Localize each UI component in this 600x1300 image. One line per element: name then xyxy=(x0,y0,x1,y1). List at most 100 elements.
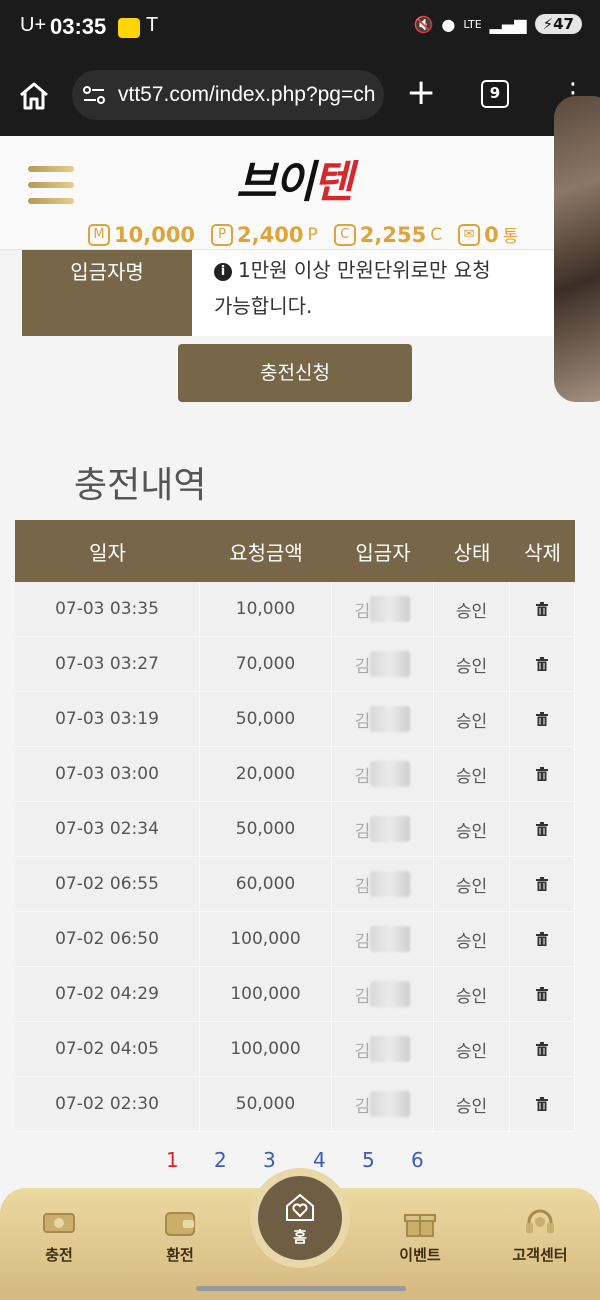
row-status: 승인 xyxy=(434,1077,510,1131)
page-link-1[interactable]: 1 xyxy=(166,1148,179,1172)
row-delete[interactable] xyxy=(510,802,575,856)
masked-blur xyxy=(370,981,411,1007)
row-depositor: 김 xyxy=(332,637,434,691)
nav-exchange[interactable]: 환전 xyxy=(125,1208,235,1265)
row-delete[interactable] xyxy=(510,582,575,636)
address-bar[interactable]: vtt57.com/index.php?pg=ch xyxy=(72,70,384,120)
header-delete: 삭제 xyxy=(524,540,561,565)
charge-request-button[interactable]: 충전신청 xyxy=(178,344,412,402)
side-banner-image[interactable] xyxy=(554,96,600,402)
row-delete[interactable] xyxy=(510,912,575,966)
row-status: 승인 xyxy=(434,637,510,691)
row-delete[interactable] xyxy=(510,857,575,911)
row-amount: 50,000 xyxy=(200,1077,332,1131)
trash-icon[interactable] xyxy=(536,877,548,891)
new-tab-icon[interactable]: + xyxy=(406,75,436,111)
table-row: 07-02 06:55 60,000 김 승인 xyxy=(15,857,575,912)
battery-icon: ⚡47 xyxy=(534,14,582,34)
row-status: 승인 xyxy=(434,582,510,636)
depositor-name-masked: 김 xyxy=(354,766,371,787)
browser-home-icon[interactable] xyxy=(18,80,50,112)
url-text: vtt57.com/index.php?pg=ch xyxy=(118,83,376,106)
coupon-value: 2,255 xyxy=(359,222,427,247)
page-link-6[interactable]: 6 xyxy=(411,1148,424,1172)
trash-icon[interactable] xyxy=(536,932,548,946)
row-amount: 100,000 xyxy=(200,912,332,966)
page-link-2[interactable]: 2 xyxy=(214,1148,227,1172)
envelope-icon: ✉ xyxy=(458,223,481,246)
coupon-balance: C 2,255 C xyxy=(333,222,442,247)
depositor-name-masked: 김 xyxy=(354,821,371,842)
row-amount: 70,000 xyxy=(200,637,332,691)
home-button[interactable]: 홈 xyxy=(258,1176,342,1260)
message-value: 0 xyxy=(484,222,499,247)
deposit-notice-line1: 1만원 이상 만원단위로만 요청 xyxy=(238,258,491,282)
mute-icon: 🔇 xyxy=(413,14,434,34)
row-depositor: 김 xyxy=(332,747,434,801)
row-date: 07-03 03:35 xyxy=(15,582,200,636)
table-row: 07-03 02:34 50,000 김 승인 xyxy=(15,802,575,857)
money-value: 10,000 xyxy=(114,222,196,247)
page-link-3[interactable]: 3 xyxy=(263,1148,276,1172)
page-link-5[interactable]: 5 xyxy=(362,1148,375,1172)
nav-event[interactable]: 이벤트 xyxy=(365,1208,475,1265)
nav-support[interactable]: 고객센터 xyxy=(485,1208,595,1265)
page-link-4[interactable]: 4 xyxy=(313,1148,326,1172)
masked-blur xyxy=(370,761,411,787)
trash-icon[interactable] xyxy=(536,1042,548,1056)
row-delete[interactable] xyxy=(510,637,575,691)
row-depositor: 김 xyxy=(332,1022,434,1076)
row-delete[interactable] xyxy=(510,747,575,801)
site-settings-icon[interactable] xyxy=(82,85,106,105)
depositor-name-row: 입금자명 i 1만원 이상 만원단위로만 요청 가능합니다. xyxy=(22,250,554,336)
depositor-name-masked: 김 xyxy=(354,711,371,732)
wallet-icon xyxy=(165,1212,195,1236)
table-row: 07-03 03:35 10,000 김 승인 xyxy=(15,582,575,637)
nav-home[interactable]: 홈 xyxy=(250,1168,350,1268)
row-status: 승인 xyxy=(434,692,510,746)
row-delete[interactable] xyxy=(510,967,575,1021)
row-date: 07-02 02:30 xyxy=(15,1077,200,1131)
tab-count-button[interactable]: 9 xyxy=(481,80,509,108)
masked-blur xyxy=(370,816,411,842)
nav-support-label: 고객센터 xyxy=(512,1246,568,1264)
trash-icon[interactable] xyxy=(536,767,548,781)
point-unit: P xyxy=(307,224,318,245)
deposit-notice-line2: 가능합니다. xyxy=(214,294,313,318)
nav-charge[interactable]: 충전 xyxy=(4,1208,114,1265)
table-row: 07-03 03:27 70,000 김 승인 xyxy=(15,637,575,692)
gesture-bar[interactable] xyxy=(196,1286,406,1291)
balance-bar: M 10,000 P 2,400 P C 2,255 C ✉ 0 통 xyxy=(88,222,518,247)
masked-blur xyxy=(370,706,411,732)
row-amount: 50,000 xyxy=(200,692,332,746)
row-status: 승인 xyxy=(434,967,510,1021)
trash-icon[interactable] xyxy=(536,822,548,836)
point-balance: P 2,400 P xyxy=(211,223,318,247)
trash-icon[interactable] xyxy=(536,657,548,671)
hamburger-menu-icon[interactable] xyxy=(28,166,74,206)
carrier-label: U+ xyxy=(20,14,47,36)
message-unit: 통 xyxy=(502,227,519,247)
depositor-name-masked: 김 xyxy=(354,601,371,622)
site-logo[interactable]: 브이텐 xyxy=(236,146,353,210)
trash-icon[interactable] xyxy=(536,1097,548,1111)
money-icon xyxy=(43,1213,75,1233)
row-date: 07-03 03:19 xyxy=(15,692,200,746)
row-date: 07-02 06:50 xyxy=(15,912,200,966)
logo-text-main: 브이 xyxy=(236,157,315,208)
trash-icon[interactable] xyxy=(536,987,548,1001)
row-delete[interactable] xyxy=(510,1077,575,1131)
row-delete[interactable] xyxy=(510,1022,575,1076)
money-balance: M 10,000 xyxy=(88,223,195,247)
row-status: 승인 xyxy=(434,857,510,911)
trash-icon[interactable] xyxy=(536,602,548,616)
message-count[interactable]: ✉ 0 통 xyxy=(458,222,518,247)
status-icons: 🔇 ● LTE ▂▄▆ ⚡47 xyxy=(413,14,582,34)
trash-icon[interactable] xyxy=(536,712,548,726)
header-depositor: 입금자 xyxy=(355,540,411,565)
row-delete[interactable] xyxy=(510,692,575,746)
table-row: 07-02 04:29 100,000 김 승인 xyxy=(15,967,575,1022)
lte-icon: LTE xyxy=(463,17,482,31)
clock: 03:35 xyxy=(50,14,107,39)
table-header: 일자 요청금액 입금자 상태 삭제 xyxy=(15,520,575,582)
